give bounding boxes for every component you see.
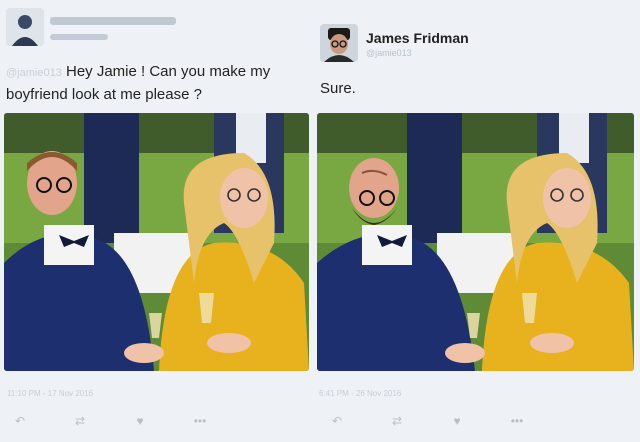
tweet-text: @jamie013 Hey Jamie ! Can you make my bo… [6, 61, 311, 105]
redacted-handle [50, 34, 108, 40]
redacted-display-name [50, 17, 176, 25]
tweet-photo[interactable] [317, 113, 634, 371]
display-name[interactable]: James Fridman [366, 30, 469, 46]
mention-handle[interactable]: @jamie013 [6, 67, 62, 79]
tweet-actions: ↶ ⇄ ♥ ••• [7, 412, 247, 430]
retweet-icon[interactable]: ⇄ [384, 412, 410, 430]
user-handle[interactable]: @jamie013 [366, 48, 412, 58]
like-icon[interactable]: ♥ [444, 412, 470, 430]
timestamp[interactable]: 6:41 PM - 26 Nov 2016 [319, 389, 401, 398]
user-avatar-icon[interactable] [320, 24, 358, 62]
reply-icon[interactable]: ↶ [324, 412, 350, 430]
original-tweet: @jamie013 Hey Jamie ! Can you make my bo… [0, 0, 316, 442]
timestamp[interactable]: 11:10 PM - 17 Nov 2016 [7, 389, 93, 398]
reply-icon[interactable]: ↶ [7, 412, 33, 430]
retweet-icon[interactable]: ⇄ [67, 412, 93, 430]
user-avatar-icon[interactable] [6, 8, 44, 46]
tweet-body: Sure. [320, 80, 356, 97]
more-icon[interactable]: ••• [504, 412, 530, 430]
reply-tweet: James Fridman @jamie013 Sure. 6:41 PM - … [316, 0, 640, 442]
tweet-actions: ↶ ⇄ ♥ ••• [324, 412, 564, 430]
like-icon[interactable]: ♥ [127, 412, 153, 430]
more-icon[interactable]: ••• [187, 412, 213, 430]
tweet-photo[interactable] [4, 113, 309, 371]
